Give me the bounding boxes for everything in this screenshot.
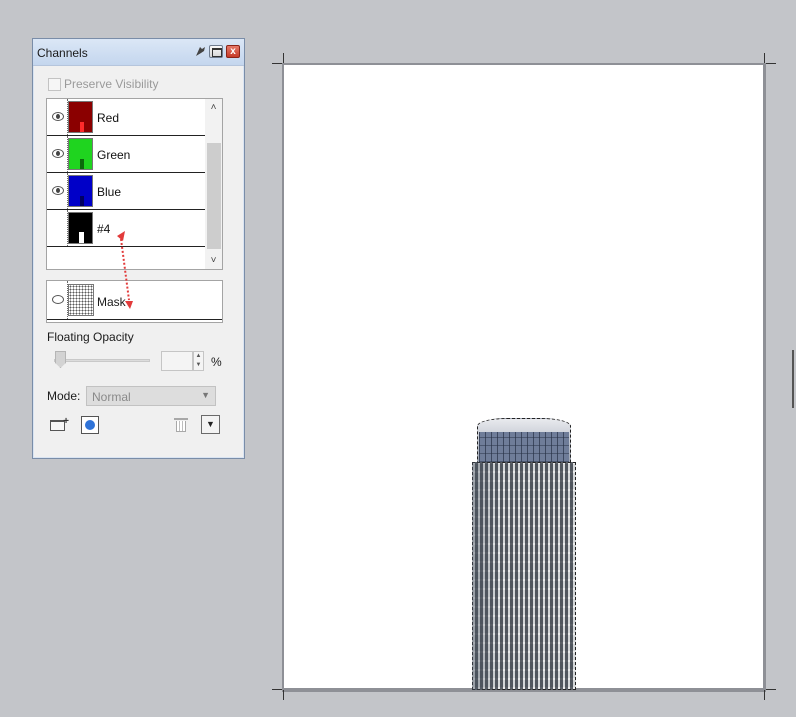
floating-opacity-slider-track[interactable] xyxy=(54,359,150,362)
drag-arrow-annotation xyxy=(117,231,133,309)
trash-icon[interactable] xyxy=(172,416,190,434)
crop-mark xyxy=(766,689,776,690)
crop-mark xyxy=(272,689,282,690)
mode-label: Mode: xyxy=(47,389,81,403)
window-edge-marker xyxy=(792,350,794,408)
menu-arrow-icon[interactable]: ▼ xyxy=(201,415,220,434)
building-top-windows xyxy=(479,432,569,462)
floating-opacity-label: Floating Opacity xyxy=(47,330,134,344)
crop-mark xyxy=(283,53,284,63)
building-image-selection[interactable] xyxy=(470,418,578,690)
crop-mark xyxy=(764,53,765,63)
floating-opacity-slider-knob[interactable] xyxy=(55,351,66,368)
percent-label: % xyxy=(211,355,222,369)
crop-mark xyxy=(283,690,284,700)
crop-mark xyxy=(764,690,765,700)
mode-select[interactable]: Normal ▼ xyxy=(86,386,216,406)
crop-mark xyxy=(272,63,282,64)
floating-opacity-input[interactable] xyxy=(161,351,193,371)
crop-mark xyxy=(766,63,776,64)
channels-palette: Channels x Preserve Visibility Red Green… xyxy=(32,38,245,459)
new-channel-folder-button[interactable]: + xyxy=(49,416,69,434)
chevron-down-icon: ▼ xyxy=(201,390,210,400)
mode-select-value: Normal xyxy=(92,390,131,404)
floating-opacity-stepper[interactable]: ▲ ▼ xyxy=(193,351,204,371)
load-selection-icon[interactable] xyxy=(81,416,99,434)
